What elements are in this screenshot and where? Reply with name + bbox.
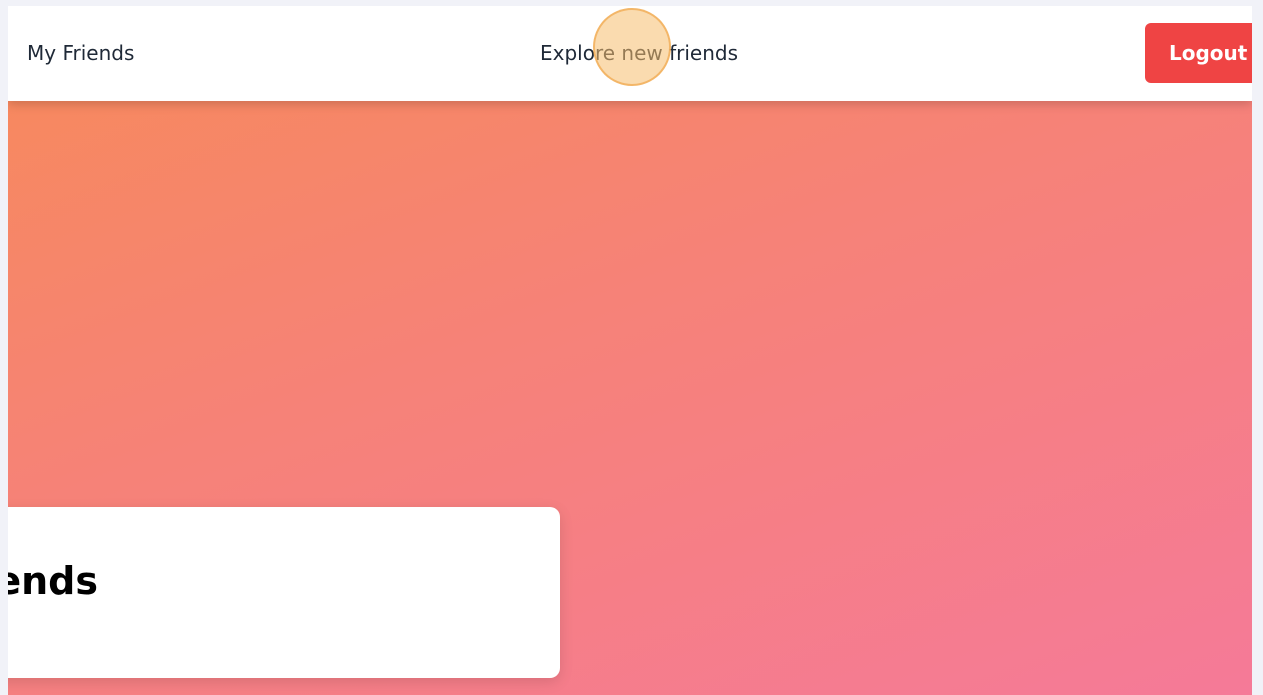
content-card: ends: [8, 507, 560, 678]
logout-button[interactable]: Logout: [1145, 23, 1252, 83]
card-title: ends: [8, 559, 98, 603]
nav-link-my-friends[interactable]: My Friends: [27, 41, 134, 65]
nav-link-explore-new-friends[interactable]: Explore new friends: [540, 41, 738, 65]
app-viewport: My Friends Explore new friends Logout en…: [8, 6, 1252, 695]
top-navbar: My Friends Explore new friends Logout: [8, 6, 1252, 101]
